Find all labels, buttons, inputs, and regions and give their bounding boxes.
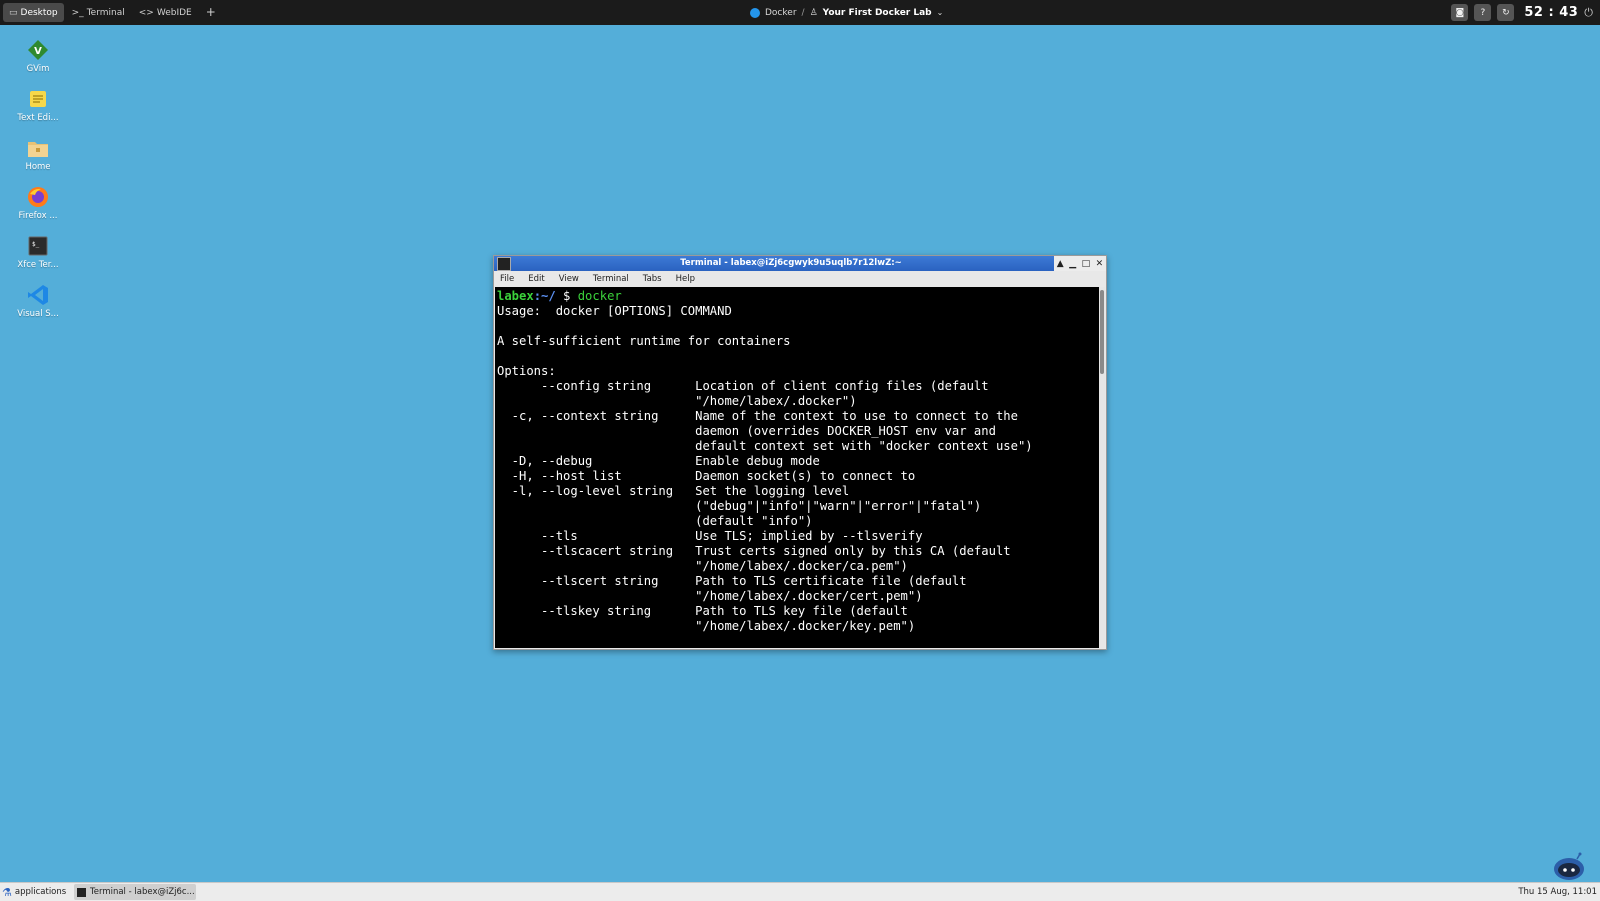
taskbar-item-terminal[interactable]: Terminal - labex@iZj6c...	[74, 884, 196, 900]
terminal-app-icon[interactable]	[497, 257, 511, 271]
prompt-user: labex	[497, 289, 534, 303]
vscode-icon	[27, 284, 49, 306]
session-tabs: ▭ Desktop >_ Terminal <> WebIDE +	[3, 3, 222, 22]
tab-desktop-label: Desktop	[20, 7, 58, 18]
terminal-text: labex:~/ $ docker Usage: docker [OPTIONS…	[495, 287, 1099, 634]
terminal-output-area[interactable]: labex:~/ $ docker Usage: docker [OPTIONS…	[495, 287, 1099, 648]
code-icon: <>	[138, 7, 154, 18]
taskbar-clock: Thu 15 Aug, 11:01	[1518, 887, 1597, 897]
close-icon[interactable]: ✕	[1096, 259, 1104, 269]
labex-flask-icon: ⚗	[2, 885, 12, 899]
shade-icon[interactable]: ▲	[1057, 259, 1064, 269]
window-title: Terminal - labex@iZj6cgwyk9u5uqlb7r12lwZ…	[680, 258, 902, 268]
tab-webide[interactable]: <> WebIDE	[133, 3, 198, 22]
breadcrumb-separator: /	[801, 7, 805, 18]
monitor-icon: ▭	[9, 7, 18, 18]
terminal-scrollbar[interactable]	[1099, 287, 1105, 648]
taskbar-item-label: Terminal - labex@iZj6c...	[90, 887, 195, 897]
desktop-icon-terminal[interactable]: $_ Xfce Ter...	[8, 232, 68, 281]
command-text: docker	[577, 289, 622, 303]
gvim-icon: V	[27, 39, 49, 61]
menu-view[interactable]: View	[552, 274, 586, 284]
discord-icon[interactable]: ◙	[1451, 4, 1469, 21]
maximize-icon[interactable]: □	[1082, 259, 1091, 269]
menu-bar: File Edit View Terminal Tabs Help	[494, 271, 1106, 286]
tab-webide-label: WebIDE	[156, 7, 192, 18]
menu-tabs[interactable]: Tabs	[636, 274, 669, 284]
scrollbar-thumb[interactable]	[1100, 290, 1104, 374]
menu-edit[interactable]: Edit	[521, 274, 551, 284]
desktop-icon-text-editor[interactable]: Text Edi...	[8, 85, 68, 134]
desktop-icons: V GVim Text Edi... Home Firefox ... $_ X…	[8, 36, 68, 330]
window-titlebar[interactable]: Terminal - labex@iZj6cgwyk9u5uqlb7r12lwZ…	[494, 256, 1106, 271]
terminal-window: Terminal - labex@iZj6cgwyk9u5uqlb7r12lwZ…	[493, 255, 1107, 650]
applications-label: applications	[14, 887, 67, 897]
power-icon[interactable]: ⏻	[1584, 6, 1593, 20]
breadcrumb: Docker / ♙ Your First Docker Lab ⌄	[750, 0, 943, 25]
text-editor-icon	[27, 88, 49, 110]
breadcrumb-root[interactable]: Docker	[765, 8, 797, 18]
desktop-icon-home[interactable]: Home	[8, 134, 68, 183]
window-controls: ▲ ▁ □ ✕	[1054, 256, 1106, 271]
tab-terminal-label: Terminal	[86, 7, 125, 18]
terminal-prompt-icon: >_	[71, 7, 84, 18]
chevron-down-icon[interactable]: ⌄	[937, 8, 944, 17]
home-folder-icon	[27, 137, 49, 159]
tab-terminal[interactable]: >_ Terminal	[66, 3, 131, 22]
tab-desktop[interactable]: ▭ Desktop	[3, 3, 64, 22]
desktop-icon-label: Xfce Ter...	[17, 260, 59, 270]
command-output: Usage: docker [OPTIONS] COMMAND A self-s…	[497, 304, 1033, 633]
desktop-icon-vscode[interactable]: Visual S...	[8, 281, 68, 330]
docker-logo-icon	[750, 7, 760, 18]
desktop-icon-label: Firefox ...	[18, 211, 58, 221]
menu-file[interactable]: File	[494, 274, 521, 284]
prompt-path: :~/	[533, 289, 556, 303]
assistant-bot-icon[interactable]	[1551, 851, 1587, 881]
help-icon[interactable]: ?	[1474, 4, 1492, 21]
add-tab-button[interactable]: +	[200, 3, 222, 22]
lab-timer: 52 : 43	[1524, 5, 1579, 20]
svg-text:V: V	[34, 46, 42, 57]
menu-help[interactable]: Help	[669, 274, 702, 284]
prompt-symbol: $	[555, 289, 578, 303]
person-icon: ♙	[809, 7, 818, 18]
top-bar-actions: ◙ ? ↻ 52 : 43 ⏻	[1451, 0, 1593, 25]
svg-text:$_: $_	[32, 241, 40, 248]
terminal-icon: $_	[27, 235, 49, 257]
applications-menu-button[interactable]: ⚗ applications	[2, 884, 66, 900]
desktop-icon-label: Text Edi...	[17, 113, 59, 123]
desktop-icon-label: GVim	[26, 64, 50, 74]
menu-terminal[interactable]: Terminal	[586, 274, 636, 284]
breadcrumb-lab[interactable]: Your First Docker Lab	[823, 8, 932, 18]
desktop-icon-gvim[interactable]: V GVim	[8, 36, 68, 85]
refresh-icon[interactable]: ↻	[1497, 4, 1515, 21]
top-bar: ▭ Desktop >_ Terminal <> WebIDE + Docker…	[0, 0, 1600, 25]
desktop-icon-label: Home	[25, 162, 51, 172]
minimize-icon[interactable]: ▁	[1069, 259, 1076, 269]
taskbar: ⚗ applications Terminal - labex@iZj6c...…	[0, 882, 1600, 901]
desktop-icon-firefox[interactable]: Firefox ...	[8, 183, 68, 232]
desktop-icon-label: Visual S...	[17, 309, 59, 319]
firefox-icon	[27, 186, 49, 208]
terminal-small-icon	[77, 887, 86, 897]
